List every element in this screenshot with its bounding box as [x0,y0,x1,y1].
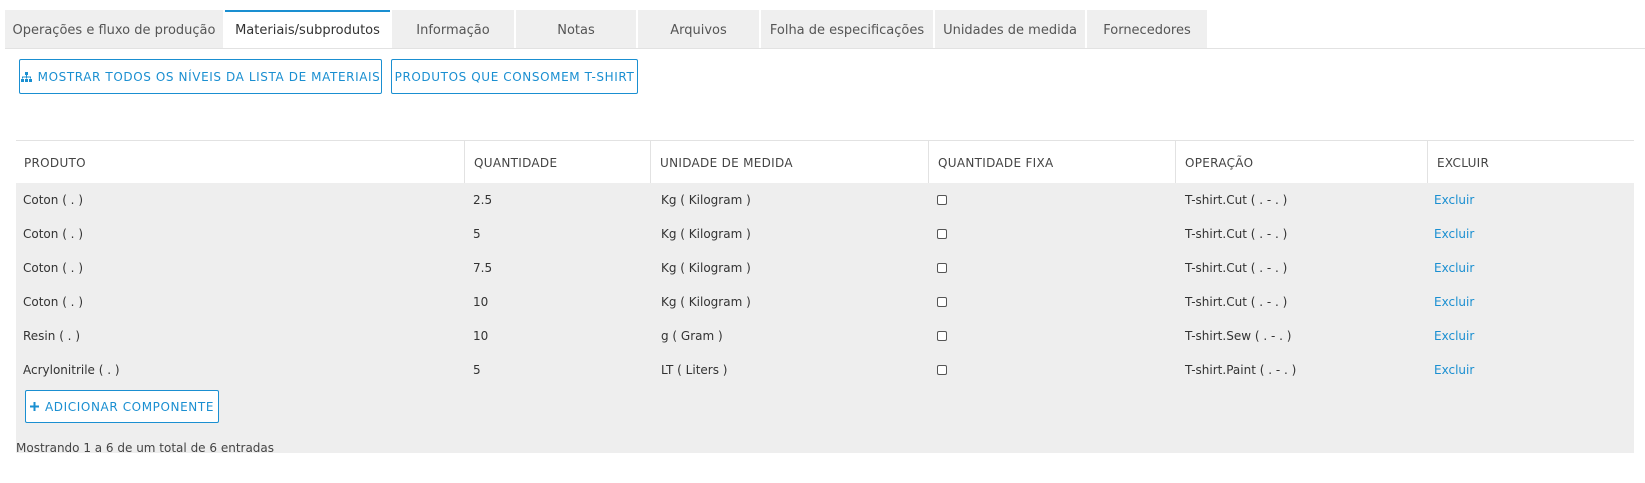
tab-notes[interactable]: Notas [516,10,636,48]
cell-product: Coton ( . ) [23,261,83,275]
tab-suppliers[interactable]: Fornecedores [1087,10,1207,48]
tab-files[interactable]: Arquivos [638,10,759,48]
cell-operation: T-shirt.Paint ( . - . ) [1185,363,1297,377]
delete-link[interactable]: Excluir [1434,319,1474,353]
consuming-products-button[interactable]: PRODUTOS QUE CONSOMEM T-SHIRT [391,59,638,94]
cell-unit: Kg ( Kilogram ) [661,227,751,241]
cell-quantity: 10 [473,295,489,309]
header-operation[interactable]: OPERAÇÃO [1175,141,1427,184]
cell-unit: Kg ( Kilogram ) [661,261,751,275]
cell-quantity: 2.5 [473,193,493,207]
sitemap-icon [20,71,32,82]
delete-link[interactable]: Excluir [1434,183,1474,217]
tab-specification-sheet[interactable]: Folha de especificações [761,10,933,48]
cell-operation: T-shirt.Cut ( . - . ) [1185,295,1288,309]
show-all-levels-label: MOSTRAR TODOS OS NÍVEIS DA LISTA DE MATE… [37,69,381,84]
cell-operation: T-shirt.Cut ( . - . ) [1185,227,1288,241]
delete-link[interactable]: Excluir [1434,251,1474,285]
cell-fixed-quantity [937,319,947,353]
materials-table: PRODUTO QUANTIDADE UNIDADE DE MEDIDA QUA… [16,140,1634,453]
cell-quantity: 10 [473,329,489,343]
fixed-quantity-checkbox[interactable] [937,263,947,273]
header-fixed-quantity[interactable]: QUANTIDADE FIXA [928,141,1175,184]
table-body: Coton ( . ) 2.5 Kg ( Kilogram ) T-shirt.… [16,183,1634,453]
table-row: Resin ( . ) 10 g ( Gram ) T-shirt.Sew ( … [16,319,1634,353]
delete-link[interactable]: Excluir [1434,217,1474,251]
header-quantity[interactable]: QUANTIDADE [464,141,650,184]
cell-product: Coton ( . ) [23,295,83,309]
table-row: Acrylonitrile ( . ) 5 LT ( Liters ) T-sh… [16,353,1634,387]
delete-link[interactable]: Excluir [1434,353,1474,387]
tab-units-of-measure[interactable]: Unidades de medida [935,10,1085,48]
header-delete[interactable]: EXCLUIR [1427,141,1634,184]
cell-fixed-quantity [937,353,947,387]
cell-product: Coton ( . ) [23,193,83,207]
tabs-divider [5,48,1645,49]
show-all-levels-button[interactable]: MOSTRAR TODOS OS NÍVEIS DA LISTA DE MATE… [19,59,382,94]
tab-bar: Operações e fluxo de produção Materiais/… [5,10,1209,48]
cell-quantity: 5 [473,227,481,241]
cell-fixed-quantity [937,285,947,319]
cell-operation: T-shirt.Cut ( . - . ) [1185,261,1288,275]
cell-quantity: 7.5 [473,261,493,275]
tab-information[interactable]: Informação [392,10,514,48]
cell-fixed-quantity [937,217,947,251]
cell-unit: Kg ( Kilogram ) [661,295,751,309]
cell-operation: T-shirt.Cut ( . - . ) [1185,193,1288,207]
cell-quantity: 5 [473,363,481,377]
consuming-products-label: PRODUTOS QUE CONSOMEM T-SHIRT [394,69,635,84]
cell-fixed-quantity [937,251,947,285]
table-row: Coton ( . ) 10 Kg ( Kilogram ) T-shirt.C… [16,285,1634,319]
add-component-label: ADICIONAR COMPONENTE [45,399,214,414]
table-header: PRODUTO QUANTIDADE UNIDADE DE MEDIDA QUA… [16,140,1634,184]
entries-info: Mostrando 1 a 6 de um total de 6 entrada… [16,441,275,455]
cell-product: Resin ( . ) [23,329,80,343]
delete-link[interactable]: Excluir [1434,285,1474,319]
cell-product: Coton ( . ) [23,227,83,241]
cell-product: Acrylonitrile ( . ) [23,363,120,377]
cell-operation: T-shirt.Sew ( . - . ) [1185,329,1292,343]
plus-icon [30,402,39,411]
tab-materials[interactable]: Materiais/subprodutos [225,10,390,48]
fixed-quantity-checkbox[interactable] [937,195,947,205]
fixed-quantity-checkbox[interactable] [937,229,947,239]
header-unit[interactable]: UNIDADE DE MEDIDA [650,141,928,184]
table-row: Coton ( . ) 7.5 Kg ( Kilogram ) T-shirt.… [16,251,1634,285]
fixed-quantity-checkbox[interactable] [937,365,947,375]
cell-unit: g ( Gram ) [661,329,723,343]
table-row: Coton ( . ) 5 Kg ( Kilogram ) T-shirt.Cu… [16,217,1634,251]
add-component-button[interactable]: ADICIONAR COMPONENTE [25,390,219,423]
tab-operations[interactable]: Operações e fluxo de produção [5,10,223,48]
cell-unit: LT ( Liters ) [661,363,728,377]
fixed-quantity-checkbox[interactable] [937,297,947,307]
table-row: Coton ( . ) 2.5 Kg ( Kilogram ) T-shirt.… [16,183,1634,217]
fixed-quantity-checkbox[interactable] [937,331,947,341]
cell-fixed-quantity [937,183,947,217]
cell-unit: Kg ( Kilogram ) [661,193,751,207]
header-product[interactable]: PRODUTO [16,141,464,184]
